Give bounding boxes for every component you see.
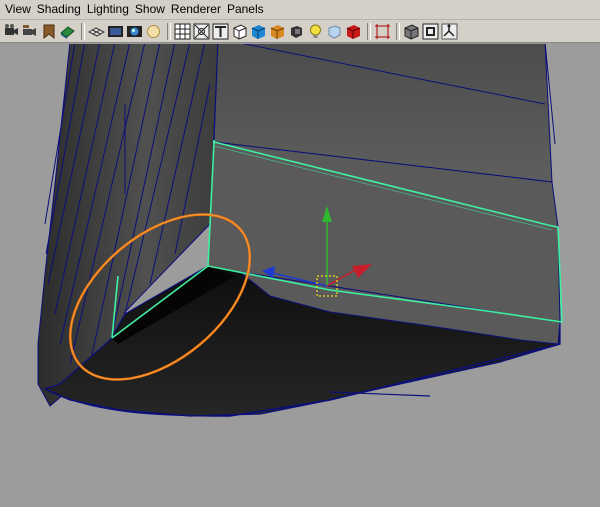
film-gate-icon[interactable]: [107, 23, 124, 40]
resolution-gate-icon[interactable]: [126, 23, 143, 40]
menu-view[interactable]: View: [0, 0, 31, 19]
shadow-icon[interactable]: [422, 23, 439, 40]
isolate-select-icon[interactable]: [374, 23, 391, 40]
menu-shading[interactable]: Shading: [32, 0, 81, 19]
safe-action-icon[interactable]: [145, 23, 162, 40]
smooth-shade-icon[interactable]: [231, 23, 248, 40]
viewport-canvas[interactable]: [0, 44, 600, 507]
select-camera-icon[interactable]: [2, 23, 19, 40]
high-quality-icon[interactable]: [345, 23, 362, 40]
panel-menu-bar: View Shading Lighting Show Renderer Pane…: [0, 0, 600, 20]
menu-panels[interactable]: Panels: [222, 0, 264, 19]
camera-attributes-icon[interactable]: [21, 23, 38, 40]
toolbar-separator: [167, 22, 171, 40]
image-plane-icon[interactable]: [59, 23, 76, 40]
toolbar-separator: [367, 22, 371, 40]
toolbar-separator: [396, 22, 400, 40]
xray-icon[interactable]: [193, 23, 210, 40]
grid-icon[interactable]: [88, 23, 105, 40]
wireframe-icon[interactable]: [174, 23, 191, 40]
menu-lighting[interactable]: Lighting: [82, 0, 129, 19]
default-light-icon[interactable]: [326, 23, 343, 40]
perspective-viewport[interactable]: [0, 44, 600, 507]
menu-show[interactable]: Show: [130, 0, 165, 19]
wireframe-on-shaded-icon[interactable]: [250, 23, 267, 40]
use-all-lights-icon[interactable]: [307, 23, 324, 40]
texture-icon[interactable]: [212, 23, 229, 40]
menu-renderer[interactable]: Renderer: [166, 0, 221, 19]
xray-joints-icon[interactable]: [403, 23, 420, 40]
bookmark-icon[interactable]: [40, 23, 57, 40]
flat-shade-icon[interactable]: [288, 23, 305, 40]
camera-tools-icon[interactable]: [441, 23, 458, 40]
panel-toolbar: [0, 20, 600, 43]
toolbar-separator: [81, 22, 85, 40]
bounding-box-icon[interactable]: [269, 23, 286, 40]
